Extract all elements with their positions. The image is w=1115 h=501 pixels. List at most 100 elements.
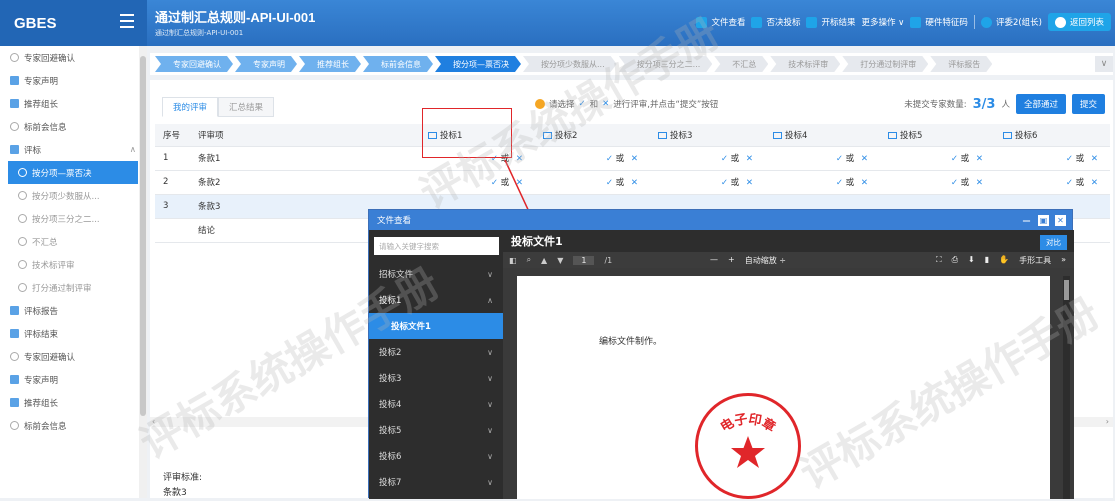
steps-expand-icon[interactable]: ∨ <box>1095 56 1113 72</box>
file-tree-item[interactable]: 投标5 ∨ <box>369 417 503 443</box>
maximize-icon[interactable]: ▣ <box>1038 214 1049 226</box>
check-icon[interactable]: ✓ <box>1066 154 1073 164</box>
cross-icon[interactable]: ✕ <box>976 178 983 188</box>
chevron-up-icon[interactable]: ∧ <box>487 296 493 305</box>
scroll-right-icon[interactable]: › <box>1106 417 1109 426</box>
sidebar-item[interactable]: 专家回避确认 <box>0 345 146 368</box>
sidebar-item[interactable]: 专家回避确认 <box>0 46 146 69</box>
check-icon[interactable]: ✓ <box>836 178 843 188</box>
chevron-down-icon[interactable]: ∨ <box>487 400 493 409</box>
sidebar-item[interactable]: 按分项少数服从... <box>0 184 146 207</box>
tab-my-review[interactable]: 我的评审 <box>162 97 219 117</box>
sidebar-item[interactable]: 专家声明 <box>0 368 146 391</box>
file-search-input[interactable]: 请输入关键字搜索 <box>374 237 499 255</box>
vote-cell[interactable]: ✓ 或 ✕ <box>995 170 1110 195</box>
sidebar-item[interactable]: 按分项三分之二... <box>0 207 146 230</box>
check-icon[interactable]: ✓ <box>721 178 728 188</box>
column-header-label[interactable]: 投标6 <box>1015 131 1037 141</box>
check-icon[interactable]: ✓ <box>606 178 613 188</box>
vote-cell[interactable]: ✓ 或 ✕ <box>880 170 995 195</box>
prev-page-icon[interactable]: ▲ <box>541 256 547 265</box>
scroll-left-icon[interactable]: ‹ <box>152 417 155 426</box>
file-tree-item[interactable]: 投标2 ∨ <box>369 339 503 365</box>
fullscreen-icon[interactable]: ⛶ <box>936 255 942 266</box>
step-item[interactable]: 按分项三分之二... <box>619 56 713 72</box>
cross-icon[interactable]: ✕ <box>976 154 983 164</box>
chevron-up-icon[interactable]: ∧ <box>130 145 136 155</box>
step-item[interactable]: 按分项—票否决 <box>435 56 521 72</box>
sidebar-item[interactable]: 推荐组长 <box>0 92 146 115</box>
column-header-label[interactable]: 投标5 <box>900 131 922 141</box>
chevron-down-icon[interactable]: ∨ <box>487 374 493 383</box>
sidebar-item[interactable]: 专家声明 <box>0 69 146 92</box>
cross-icon[interactable]: ✕ <box>516 178 523 188</box>
zoom-out-icon[interactable]: — <box>710 255 718 266</box>
vote-cell[interactable]: ✓ 或 ✕ <box>995 146 1110 171</box>
vote-cell[interactable]: ✓ 或 ✕ <box>420 170 535 195</box>
reject-bid-button[interactable]: 否决投标 <box>751 16 800 28</box>
close-icon[interactable]: ✕ <box>1055 214 1066 226</box>
chevron-down-icon[interactable]: ∨ <box>487 348 493 357</box>
download-icon[interactable]: ⬇ <box>968 255 975 266</box>
step-item[interactable]: 不汇总 <box>714 56 768 72</box>
cross-icon[interactable]: ✕ <box>631 154 638 164</box>
chevron-down-icon[interactable]: ∨ <box>487 426 493 435</box>
file-tree-item[interactable]: 投标文件1 <box>369 313 503 339</box>
file-tree-item[interactable]: 投标4 ∨ <box>369 391 503 417</box>
sidebar-item[interactable]: 打分通过制评审 <box>0 276 146 299</box>
cross-icon[interactable]: ✕ <box>516 154 523 164</box>
chevron-down-icon[interactable]: ∨ <box>487 270 493 279</box>
pass-all-button[interactable]: 全部通过 <box>1015 94 1066 114</box>
vote-cell[interactable]: ✓ 或 ✕ <box>650 146 765 171</box>
bookmark-icon[interactable]: ▮ <box>985 255 989 266</box>
step-item[interactable]: 按分项少数服从... <box>523 56 617 72</box>
document-scroll-thumb[interactable] <box>1064 280 1069 300</box>
step-item[interactable]: 推荐组长 <box>299 56 361 72</box>
check-icon[interactable]: ✓ <box>606 154 613 164</box>
menu-toggle-icon[interactable] <box>120 14 134 28</box>
cross-icon[interactable]: ✕ <box>746 178 753 188</box>
sidebar-item[interactable]: 不汇总 <box>0 230 146 253</box>
column-header-label[interactable]: 投标3 <box>670 131 692 141</box>
sidebar-item[interactable]: 标前会信息 <box>0 414 146 437</box>
vote-cell[interactable]: ✓ 或 ✕ <box>535 146 650 171</box>
cross-icon[interactable]: ✕ <box>631 178 638 188</box>
sidebar-scrollbar[interactable] <box>139 46 147 498</box>
hardware-code-button[interactable]: 硬件特征码 <box>910 16 968 28</box>
chevron-down-icon[interactable]: ∨ <box>487 452 493 461</box>
sidebar-toggle-icon[interactable]: ◧ <box>509 256 517 265</box>
back-to-list-button[interactable]: 返回列表 <box>1047 13 1111 31</box>
more-tools-icon[interactable]: » <box>1061 255 1066 266</box>
vote-cell[interactable]: ✓ 或 ✕ <box>650 170 765 195</box>
check-icon[interactable]: ✓ <box>721 154 728 164</box>
vote-cell[interactable]: ✓ 或 ✕ <box>765 146 880 171</box>
sidebar-item[interactable]: 评标 ∧ <box>0 138 146 161</box>
check-icon[interactable]: ✓ <box>1066 178 1073 188</box>
sidebar-scroll-thumb[interactable] <box>140 56 146 416</box>
vote-cell[interactable]: ✓ 或 ✕ <box>765 170 880 195</box>
minimize-icon[interactable]: — <box>1021 215 1032 226</box>
step-item[interactable]: 专家回避确认 <box>155 56 233 72</box>
step-item[interactable]: 标前会信息 <box>363 56 433 72</box>
open-result-button[interactable]: 开标结果 <box>806 16 855 28</box>
tab-summary-result[interactable]: 汇总结果 <box>218 97 275 117</box>
step-item[interactable]: 打分通过制评审 <box>842 56 928 72</box>
sidebar-item[interactable]: 技术标评审 <box>0 253 146 276</box>
file-tree-item[interactable]: 招标文件 ∨ <box>369 261 503 287</box>
zoom-select[interactable]: 自动缩放 ÷ <box>745 255 786 266</box>
sidebar-item[interactable]: 标前会信息 <box>0 115 146 138</box>
vote-cell[interactable]: ✓ 或 ✕ <box>535 170 650 195</box>
cross-icon[interactable]: ✕ <box>1091 178 1098 188</box>
submit-button[interactable]: 提交 <box>1071 94 1105 114</box>
file-tree-item[interactable]: 投标6 ∨ <box>369 443 503 469</box>
check-icon[interactable]: ✓ <box>836 154 843 164</box>
step-item[interactable]: 专家声明 <box>235 56 297 72</box>
sidebar-item[interactable]: 评标结束 <box>0 322 146 345</box>
vote-cell[interactable]: ✓ 或 ✕ <box>880 146 995 171</box>
hand-tool-icon[interactable]: ✋ <box>999 255 1009 266</box>
sidebar-item[interactable]: 推荐组长 <box>0 391 146 414</box>
sidebar-item[interactable]: 按分项—票否决 <box>8 161 138 184</box>
chevron-down-icon[interactable]: ∨ <box>487 478 493 487</box>
compare-button[interactable]: 对比 <box>1040 235 1067 250</box>
next-page-icon[interactable]: ▼ <box>557 256 563 265</box>
